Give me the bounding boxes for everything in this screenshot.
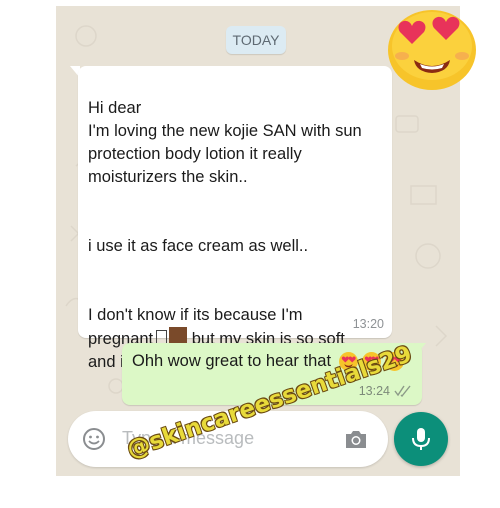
microphone-icon: [412, 428, 430, 450]
mic-button[interactable]: [394, 412, 448, 466]
incoming-paragraph-2: i use it as face cream as well..: [88, 237, 309, 255]
incoming-message-bubble[interactable]: Hi dear I'm loving the new kojie SAN wit…: [78, 66, 392, 371]
incoming-paragraph-1: Hi dear I'm loving the new kojie SAN wit…: [88, 99, 362, 186]
incoming-timestamp: 13:20: [352, 317, 384, 331]
double-check-icon: [394, 385, 411, 397]
outgoing-text: Ohh wow great to hear that: [132, 352, 332, 370]
camera-icon[interactable]: [343, 427, 369, 451]
emoji-face-icon[interactable]: [82, 427, 106, 451]
heart-eyes-emoji-icon: [388, 10, 476, 90]
date-chip: TODAY: [226, 26, 286, 54]
outgoing-timestamp: 13:24: [358, 384, 390, 398]
outgoing-meta: 13:24: [359, 384, 412, 398]
